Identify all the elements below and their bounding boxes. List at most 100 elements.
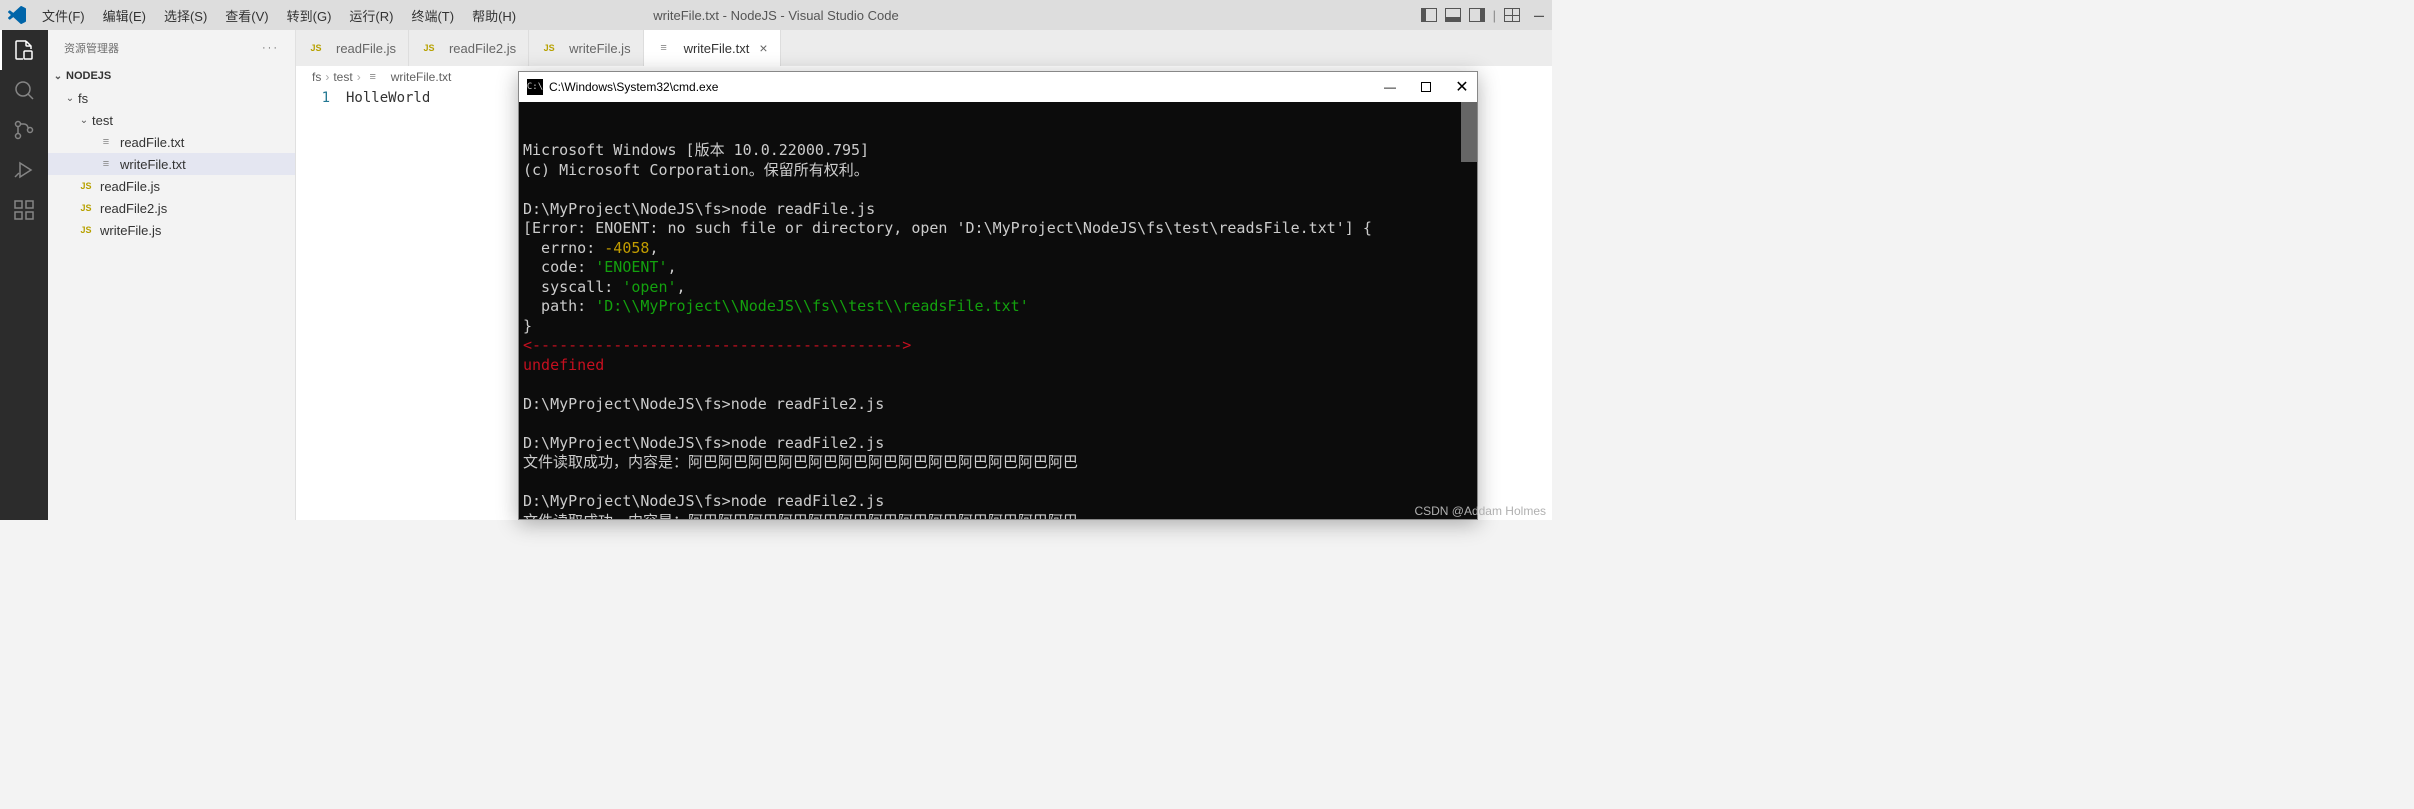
chevron-right-icon: › (357, 70, 361, 84)
titlebar-layout-controls: | – (1421, 5, 1544, 26)
tab-label: writeFile.txt (684, 41, 750, 56)
sidebar-more-icon[interactable]: ··· (262, 42, 279, 54)
terminal-title: C:\Windows\System32\cmd.exe (549, 80, 718, 94)
terminal-close-icon[interactable]: ✕ (1455, 80, 1469, 94)
editor-tab[interactable]: ≡ writeFile.txt × (644, 30, 781, 66)
terminal-maximize-icon[interactable] (1421, 82, 1431, 92)
tree-folder[interactable]: ⌄test (48, 109, 295, 131)
line-gutter: 1 (296, 88, 346, 520)
source-control-icon[interactable] (12, 118, 36, 142)
menu-terminal[interactable]: 终端(T) (403, 2, 462, 29)
menubar: 文件(F) 编辑(E) 选择(S) 查看(V) 转到(G) 运行(R) 终端(T… (34, 2, 524, 29)
terminal-window: C:\ C:\Windows\System32\cmd.exe — ✕ Micr… (518, 71, 1478, 520)
sidebar-header: 资源管理器 ··· (48, 30, 295, 65)
tab-label: writeFile.js (569, 41, 630, 56)
tree-file[interactable]: JS readFile2.js (48, 197, 295, 219)
menu-run[interactable]: 运行(R) (341, 2, 401, 29)
chevron-down-icon: ⌄ (52, 70, 64, 82)
file-js-icon: JS (78, 181, 94, 191)
tree-item-label: readFile.txt (120, 135, 184, 150)
explorer-icon[interactable] (12, 38, 36, 62)
terminal-line: D:\MyProject\NodeJS\fs>node readFile2.js (523, 395, 1473, 415)
close-icon[interactable]: × (759, 40, 767, 56)
tree-item-label: readFile2.js (100, 201, 167, 216)
terminal-line (523, 375, 1473, 395)
file-tree: ⌄fs⌄test≡readFile.txt≡writeFile.txtJSrea… (48, 87, 295, 241)
editor-tabs: JS readFile.js JS readFile2.js JS writeFile.j… (296, 30, 1552, 66)
terminal-line: (c) Microsoft Corporation。保留所有权利。 (523, 161, 1473, 181)
terminal-line: } (523, 317, 1473, 337)
file-js-icon: JS (78, 203, 94, 213)
menu-edit[interactable]: 编辑(E) (95, 2, 154, 29)
titlebar: 文件(F) 编辑(E) 选择(S) 查看(V) 转到(G) 运行(R) 终端(T… (0, 0, 1552, 30)
chevron-right-icon: › (325, 70, 329, 84)
menu-goto[interactable]: 转到(G) (279, 2, 340, 29)
terminal-line: path: 'D:\\MyProject\\NodeJS\\fs\\test\\… (523, 297, 1473, 317)
customize-layout-icon[interactable] (1504, 8, 1520, 22)
extensions-icon[interactable] (12, 198, 36, 222)
tree-item-label: writeFile.txt (120, 157, 186, 172)
terminal-scrollbar[interactable] (1461, 102, 1477, 162)
tab-label: readFile2.js (449, 41, 516, 56)
editor-tab[interactable]: JS readFile2.js (409, 30, 529, 66)
project-header[interactable]: ⌄ NODEJS (48, 65, 295, 87)
breadcrumb-segment[interactable]: test (333, 70, 352, 84)
tree-folder[interactable]: ⌄fs (48, 87, 295, 109)
explorer-sidebar: 资源管理器 ··· ⌄ NODEJS ⌄fs⌄test≡readFile.txt… (48, 30, 296, 520)
menu-select[interactable]: 选择(S) (156, 2, 215, 29)
tree-item-label: fs (78, 91, 88, 106)
tree-file[interactable]: ≡writeFile.txt (48, 153, 295, 175)
menu-file[interactable]: 文件(F) (34, 2, 93, 29)
file-js-icon: JS (78, 225, 94, 235)
terminal-line (523, 414, 1473, 434)
chevron-down-icon: ⌄ (64, 92, 76, 104)
terminal-line: undefined (523, 356, 1473, 376)
tree-file[interactable]: ≡ readFile.txt (48, 131, 295, 153)
line-number: 1 (296, 90, 330, 106)
menu-view[interactable]: 查看(V) (217, 2, 276, 29)
tab-label: readFile.js (336, 41, 396, 56)
file-txt-icon: ≡ (98, 136, 114, 148)
cmd-icon: C:\ (527, 79, 543, 95)
tree-item-label: readFile.js (100, 179, 160, 194)
file-js-icon: JS (541, 43, 557, 53)
file-txt-icon: ≡ (656, 42, 672, 54)
file-js-icon: JS (421, 43, 437, 53)
editor-tab[interactable]: JS readFile.js (296, 30, 409, 66)
terminal-line: <---------------------------------------… (523, 336, 1473, 356)
file-txt-icon: ≡ (365, 71, 381, 83)
file-js-icon: JS (308, 43, 324, 53)
terminal-line (523, 180, 1473, 200)
window-title: writeFile.txt - NodeJS - Visual Studio C… (653, 8, 898, 23)
editor-tab[interactable]: JS writeFile.js (529, 30, 643, 66)
toggle-panel-icon[interactable] (1445, 8, 1461, 22)
breadcrumb-segment[interactable]: fs (312, 70, 321, 84)
tree-file[interactable]: JS readFile.js (48, 175, 295, 197)
watermark: CSDN @Addam Holmes (1414, 504, 1546, 518)
terminal-titlebar[interactable]: C:\ C:\Windows\System32\cmd.exe — ✕ (519, 72, 1477, 102)
breadcrumb-segment[interactable]: writeFile.txt (391, 70, 452, 84)
sidebar-title: 资源管理器 (64, 40, 119, 56)
terminal-line: errno: -4058, (523, 239, 1473, 259)
vscode-logo-icon (8, 6, 26, 24)
terminal-line: 文件读取成功，内容是：阿巴阿巴阿巴阿巴阿巴阿巴阿巴阿巴阿巴阿巴阿巴阿巴阿巴 (523, 453, 1473, 473)
terminal-body[interactable]: Microsoft Windows [版本 10.0.22000.795](c)… (519, 102, 1477, 519)
window-minimize-icon[interactable]: – (1534, 5, 1544, 26)
tree-file[interactable]: JSwriteFile.js (48, 219, 295, 241)
terminal-line (523, 473, 1473, 493)
toggle-sidebar-right-icon[interactable] (1469, 8, 1485, 22)
tree-item-label: test (92, 113, 113, 128)
menu-help[interactable]: 帮助(H) (464, 2, 524, 29)
project-name: NODEJS (66, 70, 111, 82)
terminal-line: Microsoft Windows [版本 10.0.22000.795] (523, 141, 1473, 161)
debug-icon[interactable] (12, 158, 36, 182)
search-icon[interactable] (12, 78, 36, 102)
terminal-minimize-icon[interactable]: — (1383, 80, 1397, 94)
code-content[interactable]: HolleWorld (346, 88, 430, 520)
code-line[interactable]: HolleWorld (346, 90, 430, 106)
terminal-line: syscall: 'open', (523, 278, 1473, 298)
toggle-sidebar-left-icon[interactable] (1421, 8, 1437, 22)
chevron-down-icon: ⌄ (78, 114, 90, 126)
terminal-line: D:\MyProject\NodeJS\fs>node readFile2.js (523, 434, 1473, 454)
terminal-line: code: 'ENOENT', (523, 258, 1473, 278)
